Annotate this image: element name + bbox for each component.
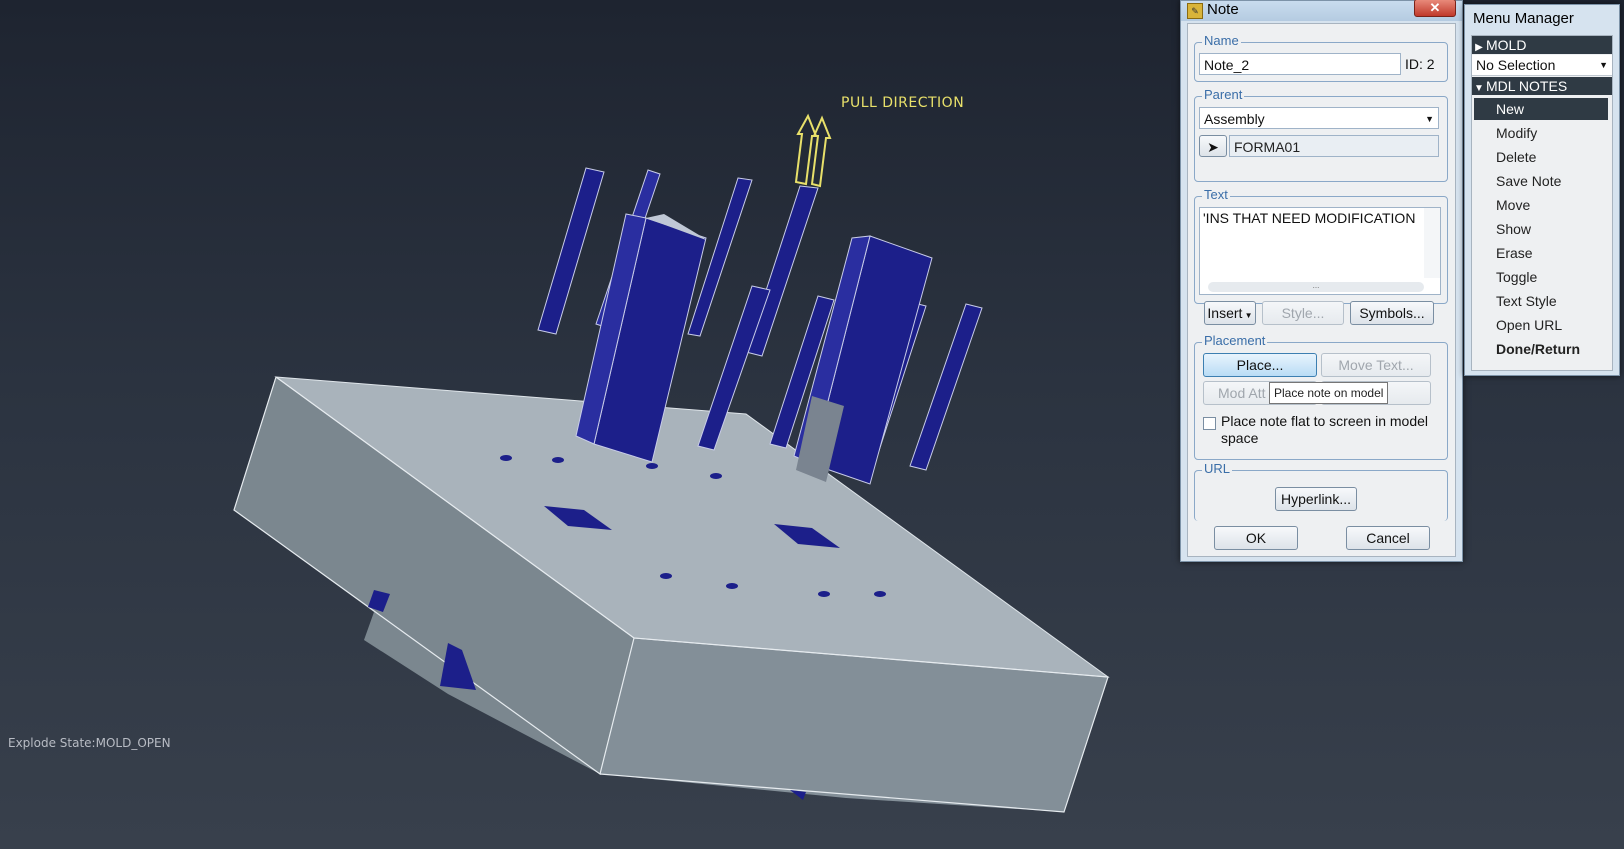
menu-header-mdl-notes[interactable]: ▼ MDL NOTES	[1472, 77, 1612, 95]
horizontal-scrollbar[interactable]: ...	[1208, 282, 1424, 292]
place-tooltip: Place note on model	[1269, 382, 1389, 404]
selection-value: No Selection	[1476, 57, 1556, 73]
triangle-down-icon: ▼	[1474, 83, 1484, 94]
ok-button[interactable]: OK	[1214, 526, 1298, 550]
parent-reference-field: FORMA01	[1229, 135, 1439, 157]
plate-hole	[710, 473, 722, 479]
menu-item-toggle[interactable]: Toggle	[1474, 266, 1608, 288]
dialog-body: Name Note_2 ID: 2 Parent Assembly ▼ ➤ FO…	[1187, 23, 1456, 557]
place-button[interactable]: Place...	[1203, 353, 1317, 377]
dialog-titlebar[interactable]: ✎ Note ✕	[1181, 0, 1462, 21]
insert-button[interactable]: Insert ▼	[1204, 301, 1256, 325]
menu-item-show[interactable]: Show	[1474, 218, 1608, 240]
plate-hole	[726, 583, 738, 589]
menu-manager-title: Menu Manager	[1473, 10, 1574, 27]
menu-header-mold[interactable]: ▶ MOLD	[1472, 36, 1612, 54]
ejector-pin	[537, 167, 605, 335]
place-flat-label: Place note flat to screen in model space	[1221, 413, 1429, 446]
parent-select[interactable]: Assembly ▼	[1199, 107, 1439, 129]
menu-item-text-style[interactable]: Text Style	[1474, 290, 1608, 312]
insert-label: Insert	[1207, 305, 1243, 321]
plate-hole	[552, 457, 564, 463]
note-text-value: 'INS THAT NEED MODIFICATION	[1203, 210, 1416, 226]
vertical-scrollbar[interactable]	[1424, 208, 1440, 278]
menu-header-mold-label: MOLD	[1486, 37, 1527, 53]
menu-item-delete[interactable]: Delete	[1474, 146, 1608, 168]
plate-hole	[500, 455, 512, 461]
plate-hole	[818, 591, 830, 597]
menu-manager-panel: ▶ MOLD No Selection ▼ ▼ MDL NOTES New Modi…	[1471, 35, 1613, 371]
menu-item-new[interactable]: New	[1474, 98, 1608, 120]
menu-item-erase[interactable]: Erase	[1474, 242, 1608, 264]
chevron-down-icon: ▼	[1242, 311, 1253, 320]
cursor-arrow-icon: ➤	[1207, 139, 1219, 155]
group-label-text: Text	[1202, 187, 1230, 202]
parent-select-value: Assembly	[1204, 111, 1265, 127]
ejector-pin	[909, 303, 983, 471]
plate-hole	[646, 463, 658, 469]
menu-manager: Menu Manager ▶ MOLD No Selection ▼ ▼ MDL N…	[1464, 4, 1620, 376]
move-text-button[interactable]: Move Text...	[1321, 353, 1431, 377]
note-icon: ✎	[1187, 3, 1203, 19]
parent-group: Parent Assembly ▼ ➤ FORMA01	[1194, 87, 1448, 182]
menu-item-save-note[interactable]: Save Note	[1474, 170, 1608, 192]
selection-dropdown[interactable]: No Selection ▼	[1472, 55, 1612, 76]
note-dialog: ✎ Note ✕ Name Note_2 ID: 2 Parent Assemb…	[1180, 0, 1463, 562]
symbols-button[interactable]: Symbols...	[1350, 301, 1434, 325]
dialog-title: Note	[1207, 1, 1239, 18]
chevron-down-icon: ▼	[1599, 60, 1608, 70]
note-id-label: ID: 2	[1405, 56, 1435, 72]
menu-header-mdl-notes-label: MDL NOTES	[1486, 78, 1568, 94]
chevron-down-icon: ▼	[1425, 114, 1434, 124]
pull-direction-arrow-icon	[810, 115, 832, 188]
name-group: Name Note_2 ID: 2	[1194, 33, 1448, 82]
group-label-name: Name	[1202, 33, 1241, 48]
menu-item-modify[interactable]: Modify	[1474, 122, 1608, 144]
pull-direction-label: PULL DIRECTION	[841, 95, 965, 111]
place-flat-checkbox[interactable]	[1203, 417, 1216, 430]
explode-state-label: Explode State:MOLD_OPEN	[8, 736, 171, 750]
style-button[interactable]: Style...	[1262, 301, 1344, 325]
hyperlink-button[interactable]: Hyperlink...	[1275, 487, 1357, 511]
plate-hole	[660, 573, 672, 579]
url-group: URL Hyperlink...	[1194, 461, 1448, 521]
note-name-field[interactable]: Note_2	[1199, 53, 1401, 75]
cancel-button[interactable]: Cancel	[1346, 526, 1430, 550]
close-icon[interactable]: ✕	[1414, 0, 1456, 17]
group-label-placement: Placement	[1202, 333, 1268, 348]
text-group: Text 'INS THAT NEED MODIFICATION ...	[1194, 187, 1448, 304]
plate-hole	[874, 591, 886, 597]
menu-item-move[interactable]: Move	[1474, 194, 1608, 216]
group-label-url: URL	[1202, 461, 1233, 476]
menu-item-done-return[interactable]: Done/Return	[1474, 338, 1608, 360]
group-label-parent: Parent	[1202, 87, 1245, 102]
menu-item-open-url[interactable]: Open URL	[1474, 314, 1608, 336]
select-parent-button[interactable]: ➤	[1199, 135, 1227, 157]
note-text-area[interactable]: 'INS THAT NEED MODIFICATION ...	[1199, 207, 1441, 295]
